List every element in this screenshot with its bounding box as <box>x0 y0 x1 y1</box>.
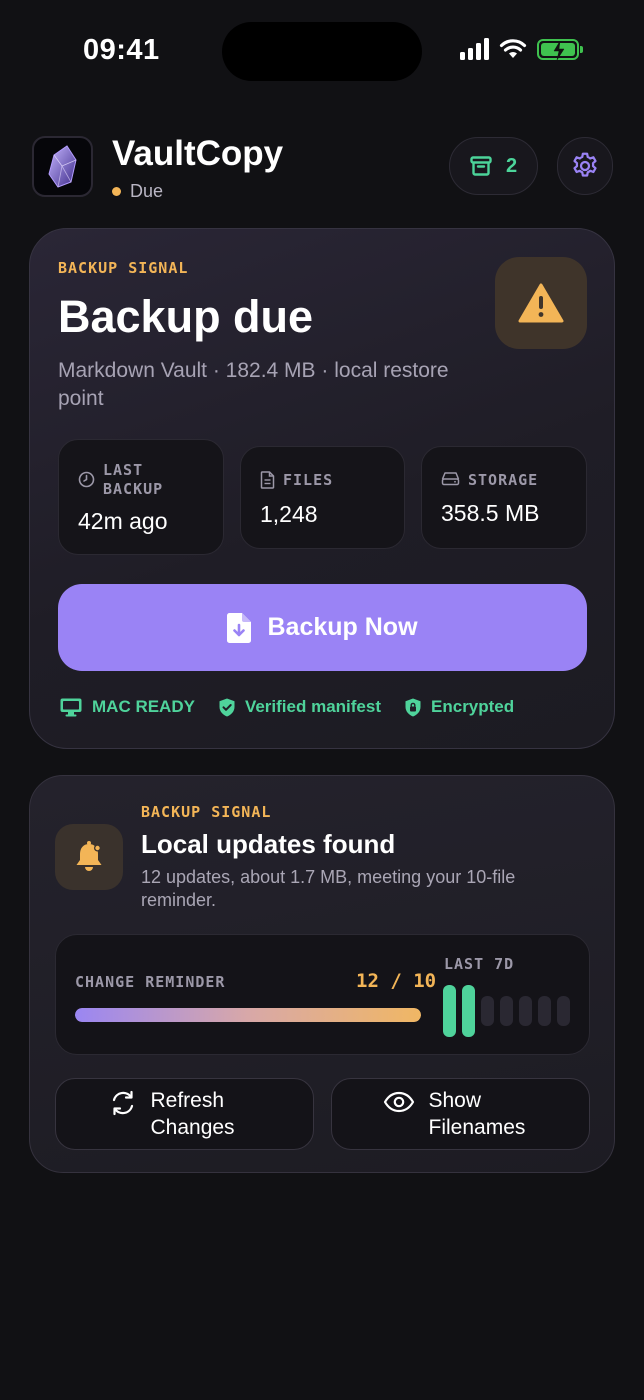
archive-count: 2 <box>505 154 518 177</box>
lock-shield-icon <box>405 698 421 716</box>
badge-label: Verified manifest <box>244 697 382 716</box>
backup-now-button[interactable]: Backup Now <box>58 584 587 671</box>
refresh-changes-button[interactable]: Refresh Changes <box>55 1078 314 1150</box>
app-header: VaultCopy Due 2 <box>32 134 613 202</box>
updates-card-subtitle: 12 updates, about 1.7 MB, meeting your 1… <box>141 867 516 910</box>
stat-value: 358.5 MB <box>441 500 540 526</box>
backup-card-eyebrow: BACKUP SIGNAL <box>58 259 189 277</box>
app-title: VaultCopy <box>112 134 284 173</box>
backup-now-label: Backup Now <box>267 613 418 641</box>
badge-mac-ready: MAC READY <box>60 697 195 717</box>
stat-label: FILES <box>283 471 334 489</box>
updates-card-eyebrow: BACKUP SIGNAL <box>141 803 272 821</box>
warning-triangle-icon <box>518 283 564 323</box>
clock-icon <box>78 471 95 488</box>
shield-check-icon <box>219 698 235 716</box>
day-activity-bar <box>519 996 532 1026</box>
badge-verified-manifest: Verified manifest <box>219 697 381 717</box>
stat-value: 1,248 <box>260 501 318 527</box>
change-reminder-label: CHANGE REMINDER <box>75 973 226 991</box>
stat-value: 42m ago <box>78 508 168 534</box>
status-label: Due <box>130 181 164 201</box>
settings-button[interactable] <box>557 137 613 195</box>
archive-button[interactable]: 2 <box>449 137 538 195</box>
bell-icon <box>76 841 102 871</box>
status-dot <box>112 187 121 196</box>
badge-encrypted: Encrypted <box>405 697 514 717</box>
day-activity-bar <box>443 985 456 1037</box>
backup-card-title: Backup due <box>58 291 314 342</box>
monitor-icon <box>60 698 82 716</box>
stat-files: FILES 1,248 <box>240 446 405 549</box>
bell-badge <box>55 824 123 890</box>
stat-storage: STORAGE 358.5 MB <box>421 446 587 549</box>
battery-charging-icon <box>537 38 583 60</box>
cellular-signal-icon <box>460 38 489 60</box>
day-activity-bar <box>500 996 513 1026</box>
updates-card-title: Local updates found <box>141 829 396 859</box>
wifi-icon <box>499 39 527 58</box>
stat-last-backup: LAST BACKUP 42m ago <box>58 439 224 555</box>
refresh-changes-label: Refresh Changes <box>150 1089 235 1139</box>
eye-icon <box>383 1091 414 1113</box>
backup-status-card: BACKUP SIGNAL Backup due Markdown Vault … <box>29 228 615 749</box>
show-filenames-button[interactable]: Show Filenames <box>331 1078 590 1150</box>
day-activity-bar <box>557 996 570 1026</box>
drive-icon <box>441 472 460 486</box>
day-activity-bar <box>462 985 475 1037</box>
feature-badges: MAC READY Verified manifest Encrypted <box>60 697 514 717</box>
day-activity-bar <box>481 996 494 1026</box>
change-reminder-count: 12 / 10 <box>356 970 437 992</box>
clock-time: 09:41 <box>83 34 160 66</box>
local-updates-card: BACKUP SIGNAL Local updates found 12 upd… <box>29 775 615 1173</box>
file-download-icon <box>227 612 252 643</box>
status-icons <box>460 38 583 60</box>
badge-label: Encrypted <box>431 697 515 716</box>
file-icon <box>260 471 275 489</box>
badge-label: MAC READY <box>92 697 195 716</box>
stat-label: STORAGE <box>468 471 539 489</box>
last-7d-label: LAST 7D <box>444 955 515 973</box>
gear-icon <box>573 152 597 177</box>
warning-badge <box>495 257 587 349</box>
change-reminder-progress-fill <box>75 1008 421 1022</box>
dynamic-island <box>222 22 422 81</box>
app-logo-icon <box>32 136 93 197</box>
status-bar: 09:41 <box>0 0 644 104</box>
backup-card-subtitle: Markdown Vault · 182.4 MB · local restor… <box>58 359 449 410</box>
change-reminder-panel: CHANGE REMINDER 12 / 10 LAST 7D <box>55 934 590 1055</box>
app-status: Due <box>112 181 163 202</box>
refresh-icon <box>112 1090 133 1116</box>
archive-box-icon <box>470 156 492 176</box>
last-7d-activity <box>443 985 570 1037</box>
day-activity-bar <box>538 996 551 1026</box>
show-filenames-label: Show Filenames <box>428 1089 526 1139</box>
change-reminder-progress <box>75 1008 421 1022</box>
stat-label: LAST BACKUP <box>103 461 164 498</box>
